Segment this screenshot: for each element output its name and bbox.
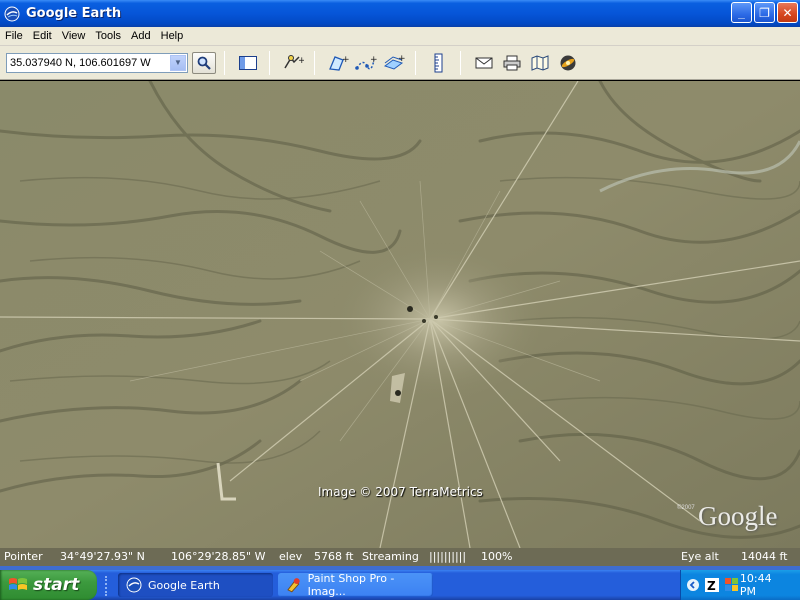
minimize-button[interactable]: _ (731, 2, 752, 23)
start-label: start (33, 575, 80, 595)
fly-to-input[interactable] (7, 53, 169, 72)
svg-text:+: + (298, 56, 304, 66)
ruler-button[interactable] (426, 51, 452, 75)
toolbar: ▼ + + + (0, 46, 800, 80)
menu-tools[interactable]: Tools (90, 30, 126, 42)
satellite-terrain (0, 81, 800, 548)
email-button[interactable] (471, 51, 497, 75)
system-tray: Z 10:44 PM (680, 570, 800, 600)
menu-help[interactable]: Help (156, 30, 189, 42)
sidebar-toggle-button[interactable] (235, 51, 261, 75)
polygon-icon: + (329, 55, 349, 71)
maximize-button[interactable]: ❐ (754, 2, 775, 23)
windows-flag-tray-icon[interactable] (724, 577, 740, 593)
chevron-left-icon (686, 579, 699, 591)
eye-alt-value: 14044 ft (741, 550, 788, 563)
print-icon (503, 55, 521, 70)
logo-copyright: ©2007 (677, 505, 695, 511)
menu-file[interactable]: File (0, 30, 28, 42)
google-earth-icon (126, 577, 142, 593)
windows-flag-icon (725, 578, 739, 591)
add-placemark-button[interactable]: + (280, 51, 306, 75)
fly-to-combobox[interactable]: ▼ (6, 52, 188, 73)
taskbar-item-paint-shop-pro[interactable]: Paint Shop Pro - Imag... (278, 572, 433, 598)
google-logo: Google (698, 501, 778, 531)
toolbar-separator (415, 50, 416, 75)
streaming-label: Streaming (362, 550, 419, 563)
restore-icon: ❐ (759, 5, 770, 20)
minimize-icon: _ (738, 5, 745, 20)
menu-edit[interactable]: Edit (28, 30, 57, 42)
search-icon (197, 56, 211, 70)
start-button[interactable]: start (0, 570, 97, 600)
toolbar-separator (460, 50, 461, 75)
eye-alt-label: Eye alt (681, 550, 719, 563)
close-button[interactable]: ✕ (777, 2, 798, 23)
chevron-down-icon[interactable]: ▼ (170, 54, 186, 71)
toolbar-separator (224, 50, 225, 75)
paint-shop-pro-icon (287, 578, 300, 593)
email-icon (475, 57, 493, 68)
toolbar-separator (314, 50, 315, 75)
svg-text:Z: Z (707, 579, 716, 592)
placemark-icon: + (284, 54, 304, 68)
imagery-copyright: Image © 2007 TerraMetrics (318, 485, 483, 499)
status-bar: Pointer 34°49'27.93" N 106°29'28.85" W e… (0, 548, 800, 566)
taskbar-grip[interactable] (105, 576, 109, 596)
pointer-longitude: 106°29'28.85" W (171, 550, 266, 563)
toolbar-separator (269, 50, 270, 75)
menu-bar: File Edit View Tools Add Help (0, 27, 800, 46)
sky-button[interactable] (555, 51, 581, 75)
google-maps-icon (531, 54, 549, 71)
task-label: Google Earth (148, 578, 220, 592)
sky-icon (560, 55, 576, 70)
search-button[interactable] (192, 51, 216, 74)
svg-text:+: + (342, 55, 349, 65)
path-icon: + (355, 55, 377, 70)
add-polygon-button[interactable]: + (325, 51, 351, 75)
windows-logo-icon (9, 578, 27, 590)
streaming-percent: 100% (481, 550, 513, 563)
menu-add[interactable]: Add (126, 30, 156, 42)
view-in-google-maps-button[interactable] (527, 51, 553, 75)
pointer-label: Pointer (4, 550, 43, 563)
window-title: Google Earth (26, 6, 122, 21)
elevation-label: elev (279, 550, 303, 563)
title-bar: Google Earth _ ❐ ✕ (0, 0, 800, 27)
ruler-icon (434, 53, 443, 72)
tray-expand-button[interactable] (685, 577, 701, 593)
add-path-button[interactable]: + (353, 51, 379, 75)
image-overlay-icon: + (383, 54, 405, 70)
taskbar: start Google Earth Paint Shop Pro - Imag… (0, 570, 800, 600)
elevation-value: 5768 ft (314, 550, 354, 563)
zonealarm-tray-icon[interactable]: Z (705, 577, 721, 593)
close-icon: ✕ (782, 5, 793, 20)
google-earth-icon (4, 6, 20, 21)
taskbar-item-google-earth[interactable]: Google Earth (118, 573, 273, 597)
system-clock[interactable]: 10:44 PM (740, 572, 790, 598)
print-button[interactable] (499, 51, 525, 75)
task-label: Paint Shop Pro - Imag... (307, 572, 395, 598)
earth-3d-view[interactable]: Image © 2007 TerraMetrics ©2007 Google (0, 81, 800, 548)
menu-view[interactable]: View (57, 30, 91, 42)
svg-text:+: + (398, 54, 405, 64)
add-image-overlay-button[interactable]: + (381, 51, 407, 75)
svg-text:+: + (370, 55, 377, 65)
sidebar-toggle-icon (239, 55, 257, 70)
zonealarm-icon: Z (705, 578, 720, 592)
streaming-progress: |||||||||| (429, 550, 467, 563)
pointer-latitude: 34°49'27.93" N (60, 550, 145, 563)
